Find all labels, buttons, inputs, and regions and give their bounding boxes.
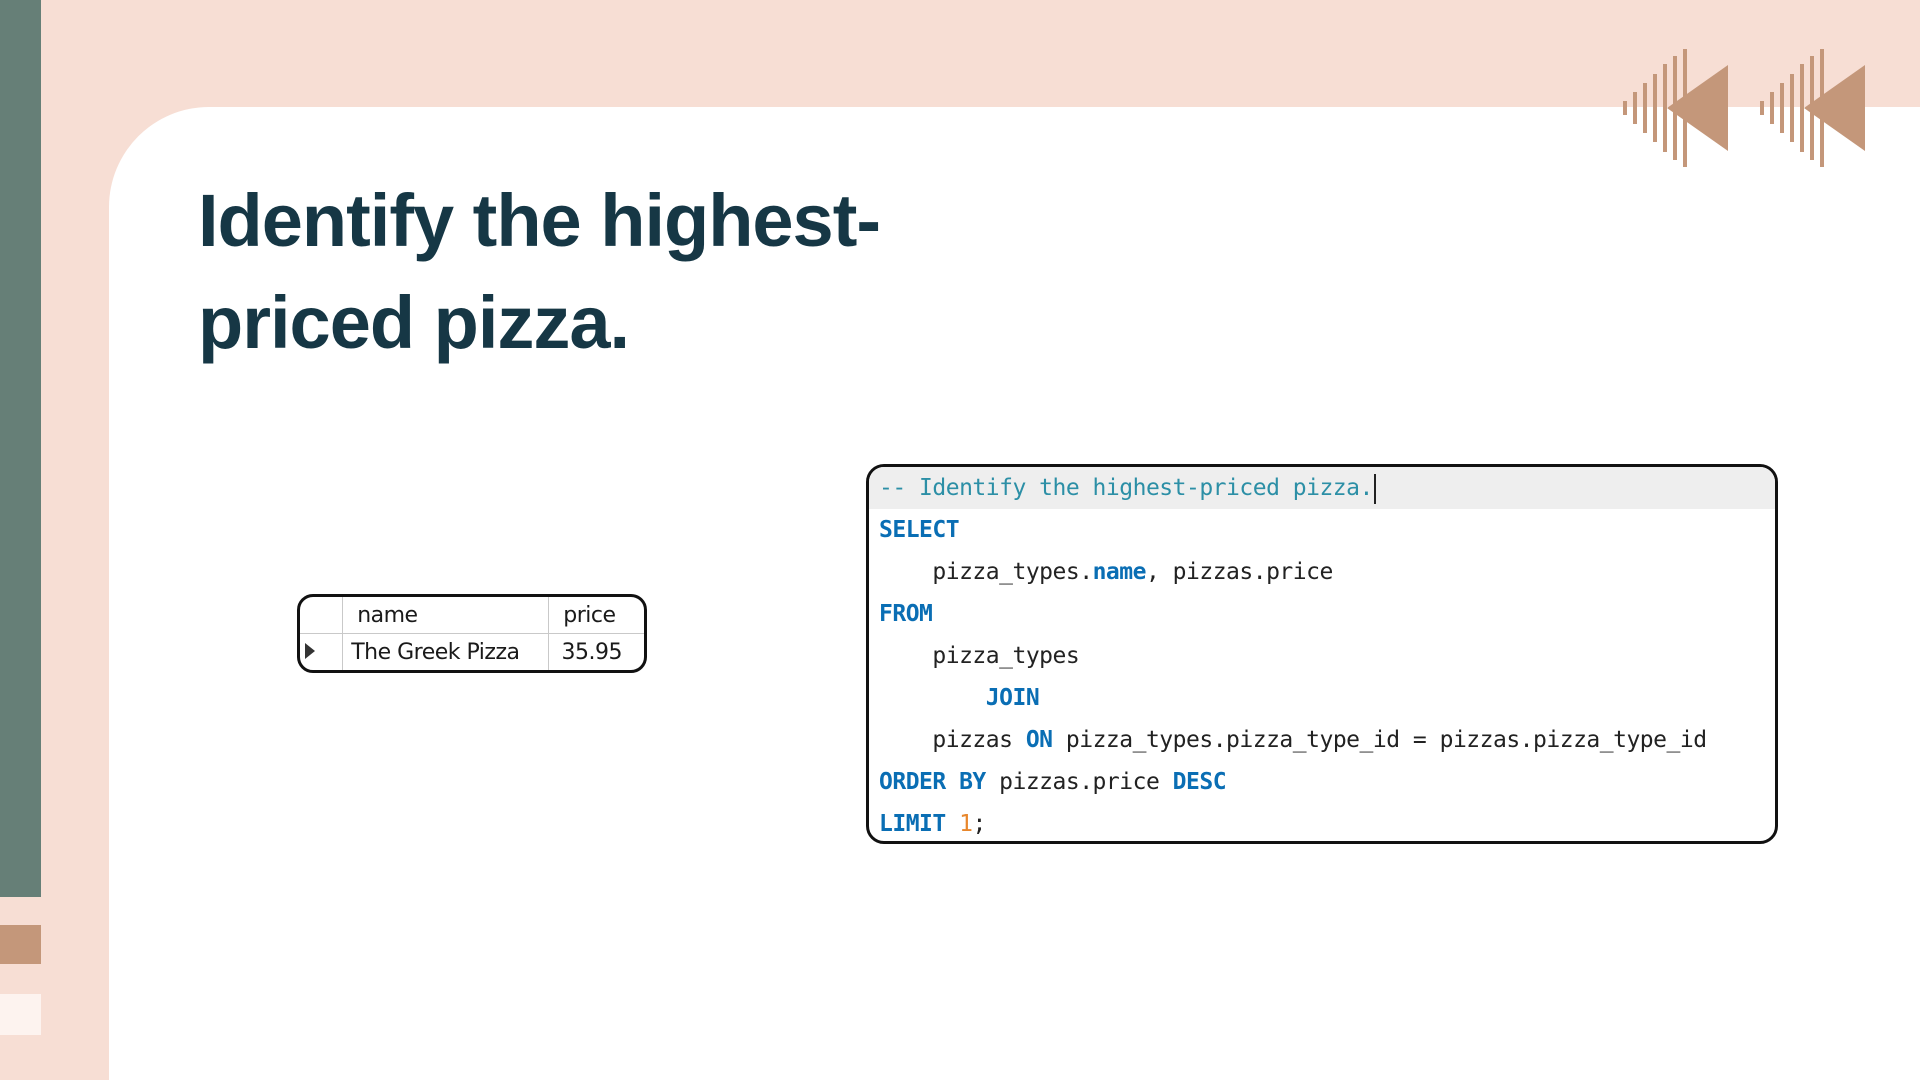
slide-title: Identify the highest-priced pizza.	[198, 179, 881, 364]
keyword-select: SELECT	[879, 517, 960, 543]
keyword-name: name	[1092, 559, 1147, 585]
chevron-left-decor-icon	[1760, 49, 1865, 167]
keyword-order-by: ORDER BY	[879, 769, 986, 795]
row-indicator-header	[300, 597, 344, 634]
limit-space	[946, 811, 959, 837]
result-grid: name price The Greek Pizza 35.95	[297, 594, 647, 673]
decorative-arrows	[1623, 49, 1865, 167]
row-indicator	[300, 633, 344, 670]
current-row-arrow-icon	[305, 642, 315, 659]
code-line-comment: -- Identify the highest-priced pizza.	[879, 467, 1376, 509]
code-line-from-table: pizza_types	[879, 635, 1079, 677]
code-line-columns: pizza_types.name, pizzas.price	[879, 551, 1333, 593]
code-line-order-by: ORDER BY pizzas.price DESC	[879, 761, 1227, 803]
text-caret	[1373, 473, 1376, 504]
column-header-name[interactable]: name	[342, 597, 550, 634]
cell-price[interactable]: 35.95	[548, 633, 644, 670]
sql-comment: -- Identify the highest-priced pizza.	[879, 475, 1373, 501]
limit-value: 1	[959, 811, 973, 837]
code-line-join: JOIN	[879, 677, 1040, 719]
chevron-left-decor-icon	[1623, 49, 1728, 167]
left-light-square	[0, 994, 41, 1035]
keyword-on: ON	[1025, 727, 1053, 753]
code-line-select: SELECT	[879, 509, 960, 551]
keyword-limit: LIMIT	[879, 811, 946, 837]
result-table: name price The Greek Pizza 35.95	[300, 597, 644, 670]
keyword-from: FROM	[879, 601, 933, 627]
keyword-desc: DESC	[1172, 769, 1227, 795]
column-table-ref: pizza_types.	[932, 559, 1093, 585]
code-line-on: pizzas ON pizza_types.pizza_type_id = pi…	[879, 719, 1707, 761]
left-sidebar-strip	[0, 0, 41, 897]
sql-editor[interactable]: -- Identify the highest-priced pizza. SE…	[866, 464, 1778, 844]
column-header-price[interactable]: price	[548, 597, 644, 634]
cell-name[interactable]: The Greek Pizza	[342, 633, 550, 670]
code-line-limit: LIMIT 1;	[879, 803, 986, 841]
column-rest: , pizzas.price	[1145, 559, 1333, 585]
order-expression: pizzas.price	[985, 769, 1173, 795]
left-accent-square	[0, 925, 41, 964]
result-header-row: name price	[300, 597, 644, 634]
join-condition: pizza_types.pizza_type_id = pizzas.pizza…	[1052, 727, 1707, 753]
from-table: pizza_types	[879, 643, 1080, 669]
code-line-from: FROM	[879, 593, 933, 635]
statement-terminator: ;	[972, 811, 986, 837]
table-row[interactable]: The Greek Pizza 35.95	[300, 633, 644, 670]
keyword-join: JOIN	[985, 685, 1040, 711]
join-table: pizzas	[932, 727, 1026, 753]
